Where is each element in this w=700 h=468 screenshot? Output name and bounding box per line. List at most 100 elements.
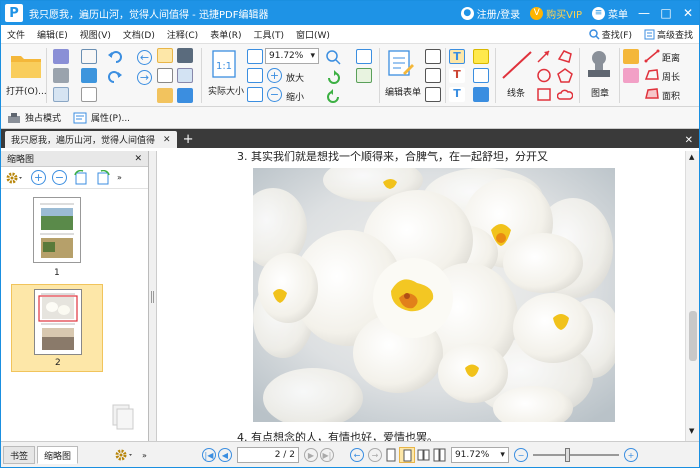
rotate-page-cw-icon[interactable] xyxy=(95,170,111,185)
pencil-icon[interactable] xyxy=(623,49,639,64)
history-back-icon[interactable]: ← xyxy=(349,448,364,462)
menu-file[interactable]: 文件 xyxy=(1,28,31,41)
pentagon-tool-icon[interactable] xyxy=(557,68,573,83)
panel-splitter[interactable] xyxy=(149,151,157,441)
close-all-tabs-icon[interactable]: ✕ xyxy=(685,135,693,146)
document-viewer[interactable]: 3. 其实我们就是想找一个顺得来，合脾气，在一起舒坦，分开又 4. 有点想念的人… xyxy=(157,151,685,441)
page-view-icon[interactable] xyxy=(356,49,372,64)
previous-page-icon[interactable]: ◀ xyxy=(217,448,232,462)
attach-icon[interactable] xyxy=(473,68,489,83)
polygon-tool-icon[interactable] xyxy=(557,49,573,64)
add-page-icon[interactable] xyxy=(356,68,372,83)
first-page-icon[interactable]: |◀ xyxy=(201,448,216,462)
status-zoom-out-icon[interactable]: − xyxy=(513,448,528,462)
single-page-icon[interactable] xyxy=(385,448,397,462)
strikeout-icon[interactable]: T xyxy=(449,68,465,83)
thumbnail-zoom-out-icon[interactable]: − xyxy=(52,170,67,185)
minimize-button[interactable]: — xyxy=(633,1,655,25)
continuous-page-icon[interactable] xyxy=(398,447,415,463)
last-page-icon[interactable]: ▶| xyxy=(319,448,334,462)
buy-vip-button[interactable]: V 购买VIP xyxy=(525,1,587,25)
page-thumbnail-2-selected[interactable]: 2 xyxy=(11,284,103,372)
snapshot-icon[interactable] xyxy=(177,48,193,63)
tab-bookmarks[interactable]: 书签 xyxy=(3,446,36,464)
text-box-icon[interactable] xyxy=(425,68,441,83)
menu-edit[interactable]: 编辑(E) xyxy=(31,28,74,41)
page-thumbnail-1[interactable] xyxy=(33,197,81,263)
status-gear-icon[interactable] xyxy=(114,448,136,462)
advanced-find-button[interactable]: 高级查找 xyxy=(638,28,699,41)
lines-button[interactable]: 线条 xyxy=(507,86,525,99)
scroll-down-icon[interactable]: ▼ xyxy=(689,427,694,435)
folder-open-icon[interactable] xyxy=(9,50,43,80)
document-tab[interactable]: 我只愿我，遍历山河，觉得人间值得 ✕ xyxy=(5,131,177,148)
back-icon[interactable]: ← xyxy=(137,50,152,65)
forward-icon[interactable]: → xyxy=(137,70,152,85)
zoom-select[interactable]: 91.72% ▾ xyxy=(265,48,319,64)
area-button[interactable]: 面积 xyxy=(662,89,680,102)
ellipse-tool-icon[interactable] xyxy=(536,68,552,83)
hand-tool-icon[interactable] xyxy=(157,48,173,63)
document-icon[interactable] xyxy=(81,87,97,102)
typewriter-icon[interactable]: T xyxy=(449,49,465,64)
zoom-slider[interactable] xyxy=(532,448,619,462)
rotate-icon[interactable] xyxy=(326,70,341,85)
restore-button[interactable]: □ xyxy=(655,1,677,25)
menu-document[interactable]: 文档(D) xyxy=(117,28,161,41)
scroll-up-icon[interactable]: ▲ xyxy=(689,153,694,161)
zoom-out-icon[interactable]: − xyxy=(267,87,282,102)
select-text-icon[interactable] xyxy=(157,68,173,83)
status-zoom-select[interactable]: 91.72% ▾ xyxy=(450,447,509,463)
sound-icon[interactable] xyxy=(473,87,489,102)
distance-button[interactable]: 距离 xyxy=(662,51,680,64)
zoom-slider-knob[interactable] xyxy=(564,448,570,462)
fit-page-icon[interactable] xyxy=(247,49,263,64)
eraser-icon[interactable] xyxy=(623,68,639,83)
find-button[interactable]: 查找(F) xyxy=(583,28,638,41)
login-button[interactable]: ● 注册/登录 xyxy=(456,1,525,25)
text-field-icon[interactable] xyxy=(425,49,441,64)
menu-tools[interactable]: 工具(T) xyxy=(247,28,290,41)
line-tool-icon[interactable] xyxy=(501,50,533,80)
perimeter-icon[interactable] xyxy=(644,68,660,82)
actual-size-button[interactable]: 实际大小 xyxy=(208,84,244,97)
zoom-in-button[interactable]: 放大 xyxy=(286,71,304,84)
area-icon[interactable] xyxy=(644,87,660,101)
menu-comment[interactable]: 注释(C) xyxy=(161,28,204,41)
callout-icon[interactable] xyxy=(425,87,441,102)
rotate-page-ccw-icon[interactable] xyxy=(73,170,89,185)
main-menu-button[interactable]: ≡ 菜单 xyxy=(587,1,633,25)
fit-visible-icon[interactable] xyxy=(247,87,263,102)
thumbnail-panel-close-icon[interactable]: ✕ xyxy=(134,154,142,164)
arrow-tool-icon[interactable] xyxy=(536,49,552,64)
distance-icon[interactable] xyxy=(644,49,660,63)
stamp-button[interactable]: 图章 xyxy=(591,86,609,99)
scrollbar-thumb[interactable] xyxy=(689,311,697,361)
fit-width-icon[interactable] xyxy=(247,68,263,83)
tab-thumbnails[interactable]: 缩略图 xyxy=(37,446,79,464)
print-icon[interactable] xyxy=(53,68,69,83)
rotate-clockwise-icon[interactable] xyxy=(326,89,341,104)
rectangle-tool-icon[interactable] xyxy=(536,87,552,102)
undo-icon[interactable] xyxy=(107,50,123,64)
add-tab-button[interactable]: + xyxy=(183,132,194,147)
properties-icon[interactable] xyxy=(53,87,69,102)
thumbnail-zoom-in-icon[interactable]: + xyxy=(31,170,46,185)
stamp-icon[interactable] xyxy=(585,48,613,80)
image-edit-icon[interactable] xyxy=(157,88,173,103)
page-thumbnail-2[interactable] xyxy=(34,289,82,355)
document-tab-close-icon[interactable]: ✕ xyxy=(163,135,171,145)
facing-pages-icon[interactable] xyxy=(417,448,431,462)
crop-icon[interactable] xyxy=(177,88,193,103)
menu-window[interactable]: 窗口(W) xyxy=(290,28,336,41)
status-zoom-in-icon[interactable]: + xyxy=(623,448,638,462)
gear-icon[interactable] xyxy=(5,171,25,185)
email-icon[interactable] xyxy=(81,49,97,64)
save-icon[interactable] xyxy=(53,49,69,64)
vertical-scrollbar[interactable]: ▲ ▼ xyxy=(685,151,699,441)
status-more-icon[interactable]: » xyxy=(142,451,147,460)
edit-form-icon[interactable] xyxy=(387,49,415,79)
open-button[interactable]: 打开(O)... xyxy=(6,84,47,97)
page-number-field[interactable]: 2 / 2 xyxy=(236,447,299,463)
select-tool-icon[interactable] xyxy=(177,68,193,83)
